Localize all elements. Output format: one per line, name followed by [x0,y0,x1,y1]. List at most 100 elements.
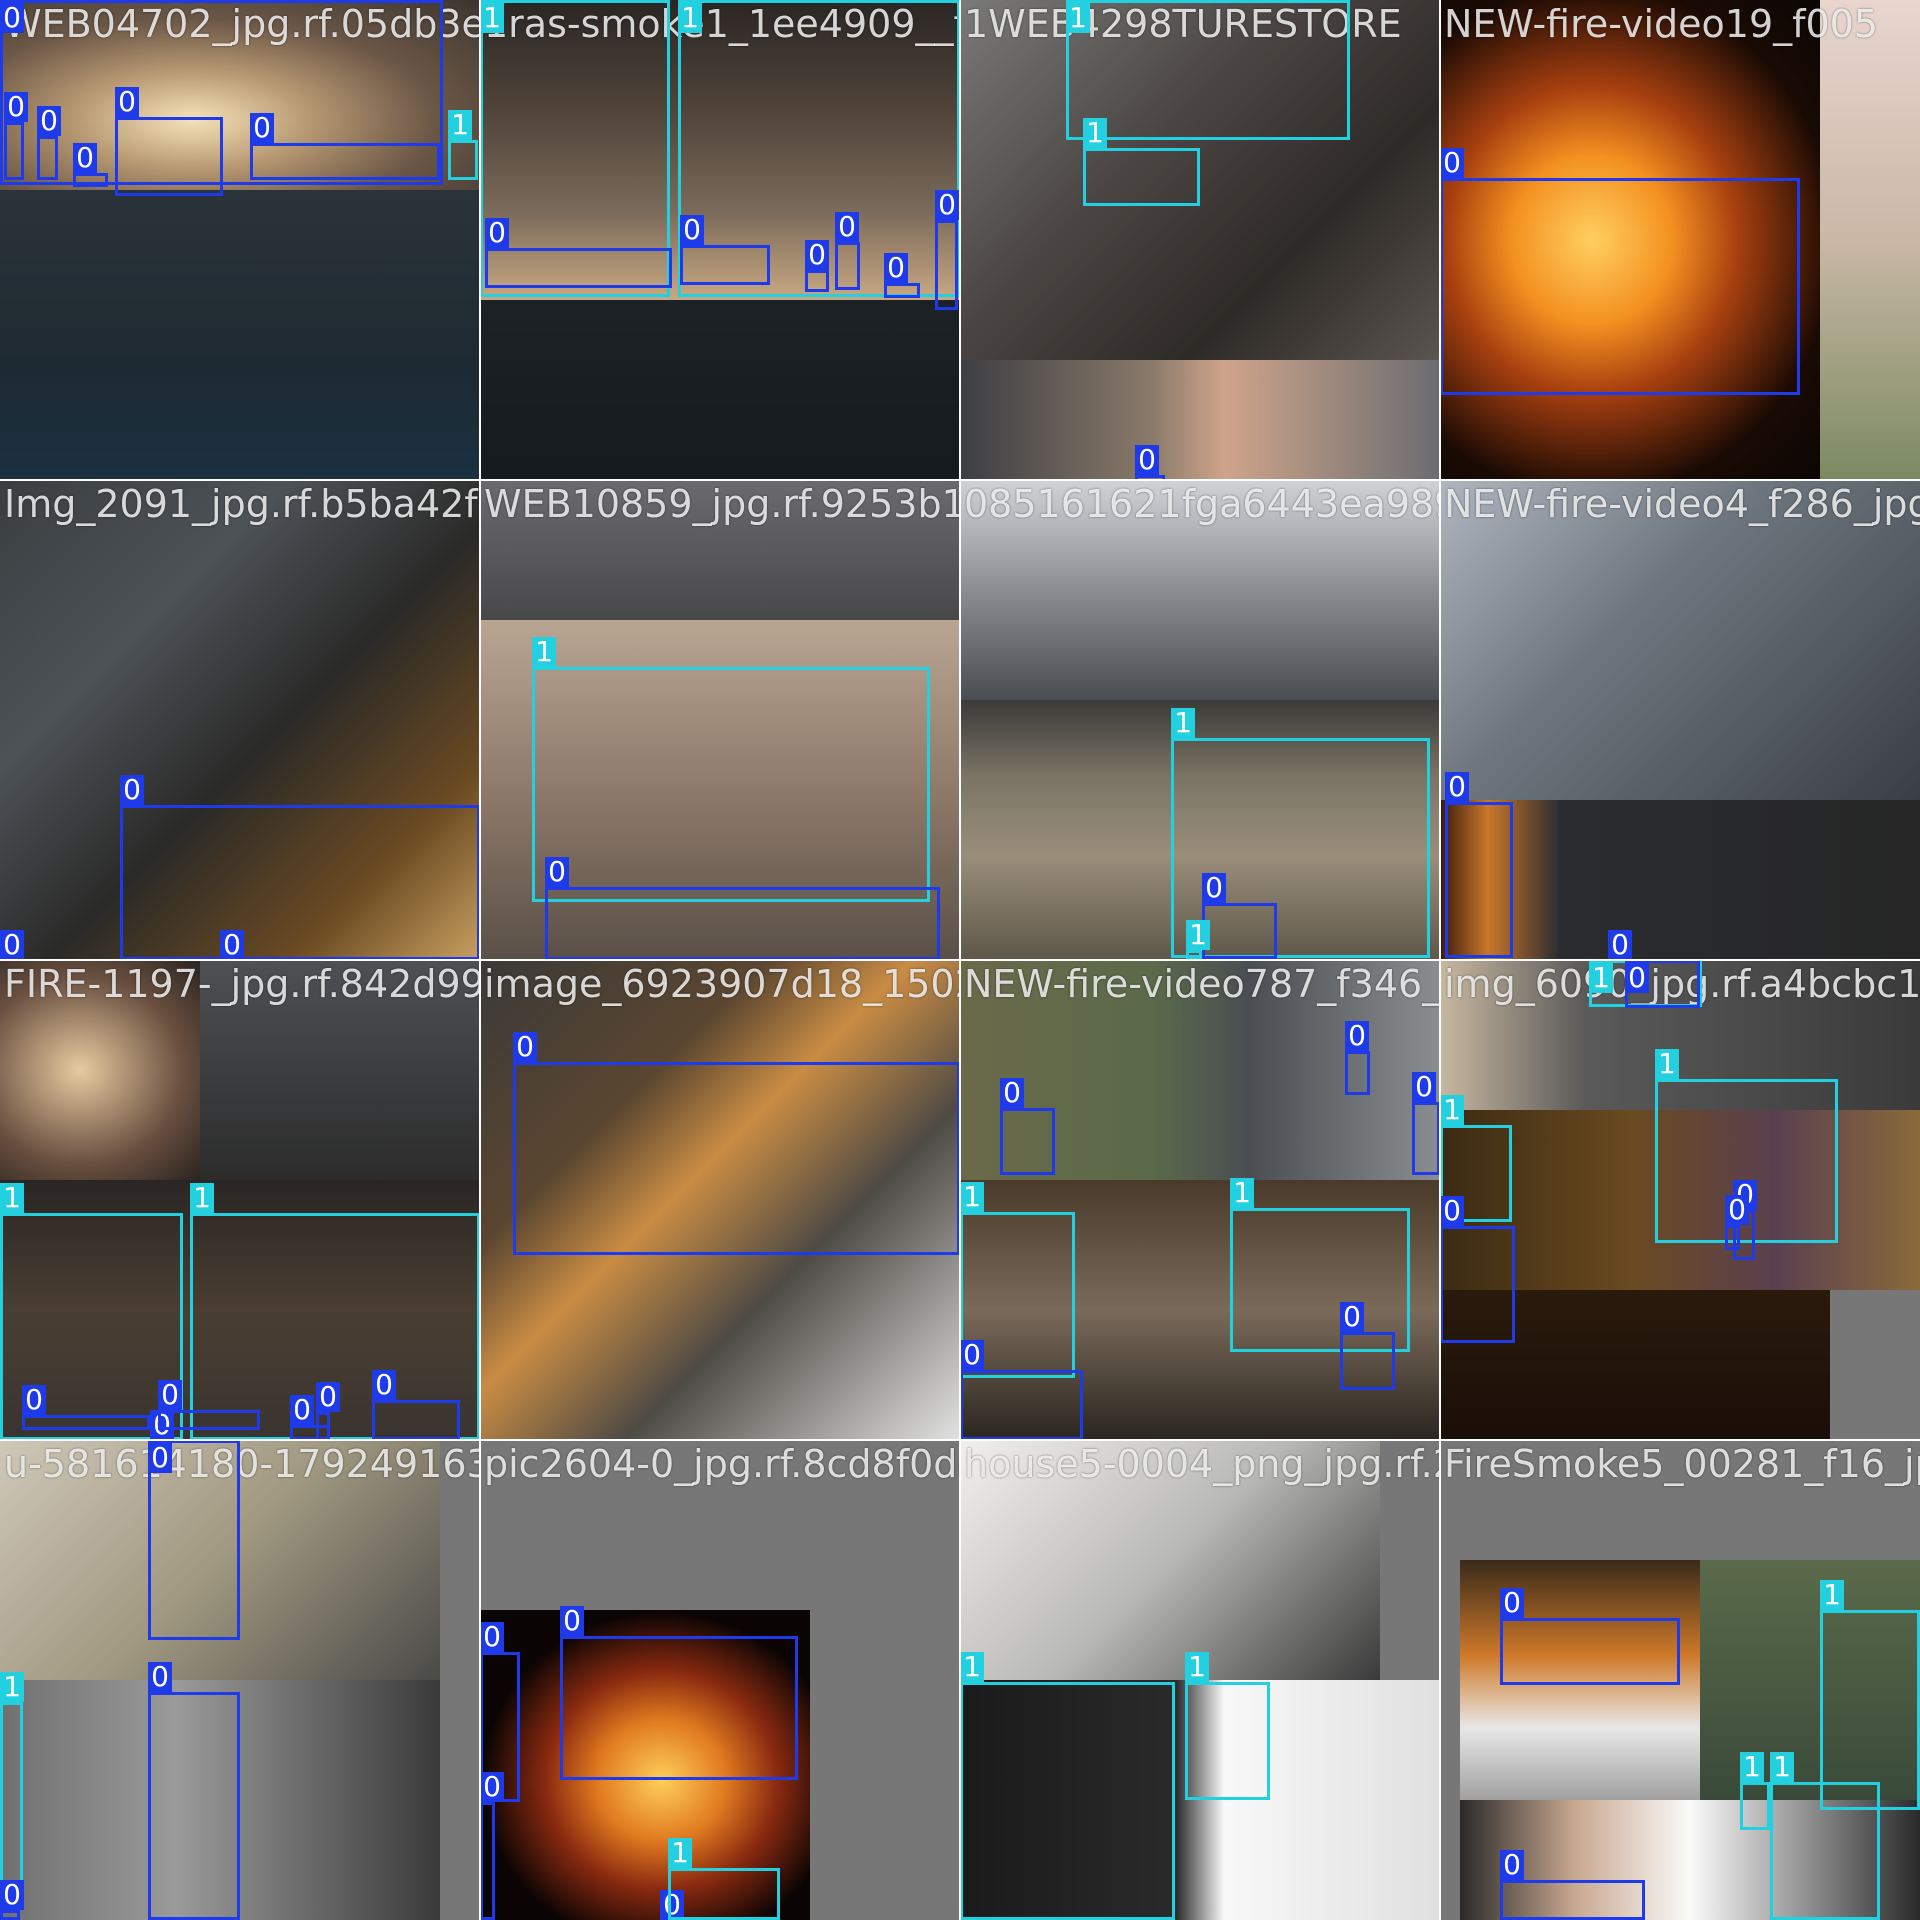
fire-bounding-box: 0 [1440,1196,1515,1343]
scene-photo [480,300,960,480]
class-label-tag: 0 [148,1662,172,1692]
class-label-tag: 1 [1740,1752,1764,1782]
class-label-tag: 0 [1440,148,1464,178]
fire-bounding-box: 0 [148,1440,240,1640]
fire-bounding-box: 0 [545,857,940,960]
fire-bounding-box: 0 [1202,873,1277,959]
class-label-tag: 0 [0,930,24,960]
fire-bounding-box: 0 [372,1370,460,1440]
smoke-bounding-box: 1 [1083,118,1200,206]
class-label-tag: 1 [678,3,702,33]
fire-bounding-box: 0 [37,106,61,180]
class-label-tag: 0 [1608,930,1632,960]
class-label-tag: 0 [73,143,97,173]
class-label-tag: 0 [0,1880,24,1910]
class-label-tag: 0 [884,253,908,283]
smoke-bounding-box: 1 [1820,1580,1920,1810]
class-label-tag: 1 [532,637,556,667]
class-label-tag: 1 [1589,963,1613,993]
fire-bounding-box: 0 [250,113,440,180]
class-label-tag: 0 [250,113,274,143]
class-label-tag: 1 [480,3,504,33]
fire-bounding-box: 0 [805,240,829,292]
class-label-tag: 0 [1500,1850,1524,1880]
class-label-tag: 1 [1186,920,1210,950]
fire-bounding-box: 0 [1440,148,1800,395]
class-label-tag: 0 [148,1443,172,1473]
fire-bounding-box: 0 [935,190,959,310]
fire-bounding-box: 0 [73,143,108,187]
fire-bounding-box: 0 [115,87,223,196]
class-label-tag: 0 [935,190,959,220]
fire-bounding-box: 0 [22,1385,150,1430]
scene-photo [810,1610,960,1920]
mosaic-tile: pic2604-0_jpg.rf.8cd8f0dc26300001 [480,1440,960,1920]
class-label-tag: 0 [480,1622,504,1652]
class-label-tag: 1 [1655,1049,1679,1079]
class-label-tag: 0 [120,775,144,805]
class-label-tag: 0 [290,1395,314,1425]
fire-bounding-box: 0 [480,1772,504,1920]
scene-photo [0,960,200,1180]
mosaic-tile: FIRE-1197-_jpg.rf.842d993d11000000 [0,960,480,1440]
class-label-tag: 1 [448,110,472,140]
fire-bounding-box: 0 [513,1032,960,1255]
class-label-tag: 0 [1340,1302,1364,1332]
class-label-tag: 1 [960,1652,984,1682]
class-label-tag: 0 [1345,1021,1369,1051]
scene-photo [1440,1440,1920,1560]
mosaic-tile: WEB04702_jpg.rf.05db3e27__fire-smoke-dat… [0,0,480,480]
scene-photo [0,190,480,480]
smoke-bounding-box: 1 [1770,1752,1880,1920]
mosaic-tile: img_6090_jpg.rf.a4bcbc1171011000 [1440,960,1920,1440]
fire-bounding-box: 0 [1725,1195,1749,1250]
fire-bounding-box: 0 [316,1382,340,1440]
fire-bounding-box: 0 [1000,1078,1055,1175]
class-label-tag: 0 [1412,1072,1436,1102]
class-label-tag: 0 [1440,1196,1464,1226]
smoke-bounding-box: 1 [668,1838,780,1920]
fire-bounding-box: 0 [0,1880,24,1920]
class-label-tag: 0 [1000,1078,1024,1108]
fire-bounding-box: 0 [884,253,920,298]
fire-bounding-box: 0 [560,1606,798,1780]
class-label-tag: 0 [158,1380,182,1410]
class-label-tag: 1 [0,1672,24,1702]
class-label-tag: 1 [1066,3,1090,33]
scene-photo [1440,480,1920,800]
fire-bounding-box: 0 [1412,1072,1440,1175]
mosaic-tile: 1ras-smoke1_1ee4909__f226_jpg10100000 [480,0,960,480]
class-label-tag: 0 [0,3,24,33]
fire-bounding-box: 0 [680,215,770,285]
fire-bounding-box: 0 [148,1662,240,1920]
mosaic-tile: NEW-fire-video4_f286_jpg 0 0 [1440,480,1920,960]
fire-bounding-box: 0 [1445,772,1513,958]
scene-photo [960,480,1440,700]
scene-photo [1820,0,1920,480]
fire-bounding-box: 0 [1500,1588,1680,1685]
class-label-tag: 0 [1445,772,1469,802]
class-label-tag: 0 [220,930,244,960]
mosaic-tile: FireSmoke5_00281_f16_jpg 0 1 1 1 0 [1440,1440,1920,1920]
smoke-bounding-box: 1 [1066,0,1350,140]
class-label-tag: 1 [1440,1095,1464,1125]
detection-mosaic: WEB04702_jpg.rf.05db3e27__fire-smoke-dat… [0,0,1920,1920]
class-label-tag: 0 [835,212,859,242]
class-label-tag: 1 [668,1838,692,1868]
smoke-bounding-box: 1 [532,637,930,902]
mosaic-tile: WEB10859_jpg.rf.9253b1e510 [480,480,960,960]
class-label-tag: 1 [1185,1652,1209,1682]
mosaic-tile: NEW-fire-video19_f005 0 [1440,0,1920,480]
class-label-tag: 0 [115,87,139,117]
smoke-bounding-box: 1 [448,110,478,180]
fire-bounding-box: 0 [485,218,672,288]
class-label-tag: 0 [680,215,704,245]
class-label-tag: 0 [4,92,28,122]
class-label-tag: 0 [485,218,509,248]
scene-photo [480,1440,960,1610]
fire-bounding-box: 0 [158,1380,260,1430]
scene-photo [960,1440,1380,1680]
class-label-tag: 0 [545,857,569,887]
scene-photo [200,960,480,1180]
class-label-tag: 1 [190,1183,214,1213]
